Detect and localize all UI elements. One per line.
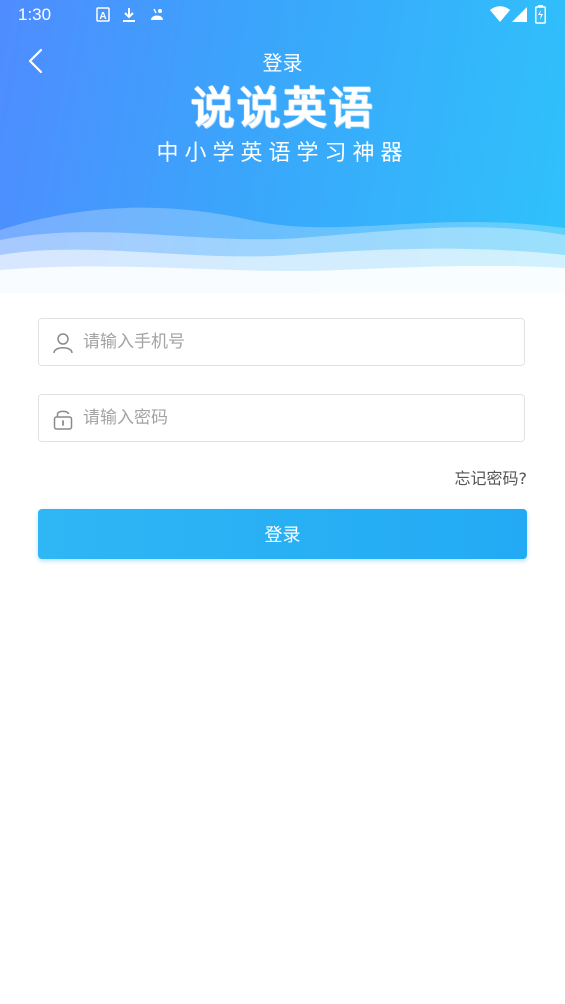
header-banner: 1:30 A 登录 说说英语 中小学英语学习神器: [0, 0, 565, 293]
app-slogan: 中小学英语学习神器: [156, 141, 409, 166]
battery-icon: [535, 5, 546, 24]
login-page: 1:30 A 登录 说说英语 中小学英语学习神器 请输入手机号 忘记密码? 登录: [0, 0, 565, 1004]
status-bar: 1:30 A: [0, 0, 565, 32]
download-icon: [123, 8, 135, 22]
password-input[interactable]: [83, 395, 513, 441]
text-a-icon: A: [96, 7, 110, 22]
signal-icon: [512, 7, 527, 22]
status-time: 1:30: [18, 5, 52, 24]
forgot-password-link[interactable]: 忘记密码?: [455, 465, 528, 489]
lock-icon: [53, 410, 73, 430]
wifi-icon: [490, 6, 510, 22]
password-field[interactable]: [38, 394, 525, 442]
app-name: 说说英语: [190, 83, 375, 134]
phone-input[interactable]: [83, 319, 513, 365]
user-icon: [53, 333, 73, 354]
wave-decoration: [0, 207, 565, 293]
android-icon: [151, 8, 163, 20]
phone-field[interactable]: [38, 318, 525, 366]
svg-text:A: A: [99, 11, 106, 22]
login-button[interactable]: 登录: [38, 509, 527, 559]
